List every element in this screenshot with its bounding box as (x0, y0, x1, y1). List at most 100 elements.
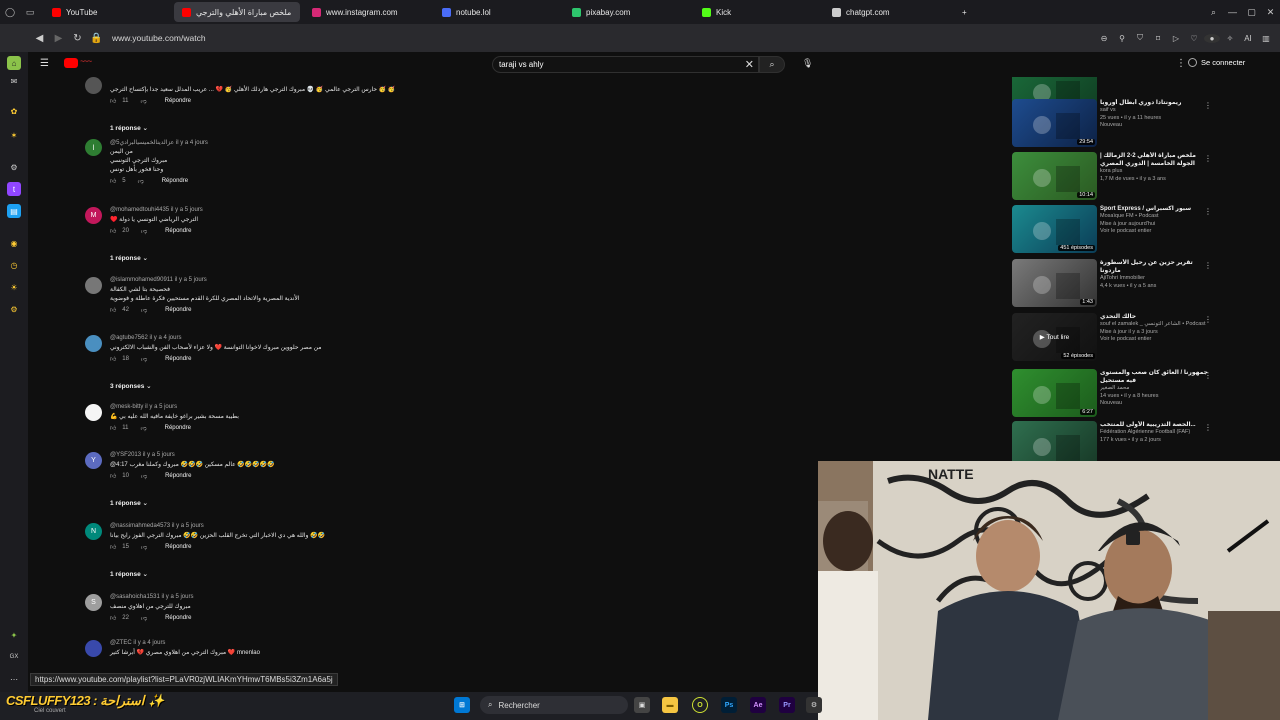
dislike-icon[interactable]: 👎︎ (141, 227, 147, 235)
reply-button[interactable]: Répondre (165, 615, 191, 621)
comment-author[interactable]: @agtube7562 il y a 4 jours (110, 335, 670, 344)
play-icon[interactable]: ▷ (1168, 34, 1184, 43)
dislike-icon[interactable]: 👎︎ (141, 424, 147, 432)
comment-author[interactable]: @nassimahmeda4573 il y a 5 jours (110, 523, 670, 532)
wand-icon[interactable]: ✧ (1222, 34, 1238, 43)
task-view-icon[interactable]: ▣ (634, 697, 650, 713)
settings-app-icon[interactable]: ⚙ (806, 697, 822, 713)
reload-icon[interactable]: ↻ (68, 33, 87, 44)
windows-start-icon[interactable]: ⊞ (454, 697, 470, 713)
video-thumbnail[interactable]: ▶ Tout lire 52 épisodes (1012, 313, 1097, 361)
browser-tab[interactable]: YouTube (44, 2, 170, 22)
bookmark-icon[interactable]: ⌑ (1150, 34, 1166, 43)
video-channel[interactable]: محمد الصغير (1100, 385, 1208, 393)
like-icon[interactable]: 👍︎ (110, 424, 116, 432)
dislike-icon[interactable]: 👎︎ (141, 97, 147, 105)
signin-button[interactable]: Se connecter (1188, 58, 1245, 67)
related-video[interactable]: 10:14 ملخص مباراة الأهلي 2-2 الزمالك | ال… (1012, 152, 1222, 202)
taskbar-search[interactable]: ⌕ Rechercher (480, 696, 628, 714)
related-video[interactable]: 6:27 جمهورنا / العائق كان صعب والمستوى في… (1012, 369, 1222, 419)
video-channel[interactable]: AjiTohri Immobilier (1100, 275, 1208, 283)
premiere-icon[interactable]: Pr (779, 697, 795, 713)
video-menu-icon[interactable]: ⋮ (1204, 77, 1212, 78)
browser-tab[interactable]: pixabay.com (564, 2, 690, 22)
dislike-icon[interactable]: 👎︎ (141, 472, 147, 480)
after-effects-icon[interactable]: Ae (750, 697, 766, 713)
video-title[interactable]: حالك التحدي (1100, 313, 1208, 321)
star-icon[interactable]: ✶ (7, 128, 21, 142)
like-icon[interactable]: 👍︎ (110, 355, 116, 363)
comment-author[interactable]: @YSF2013 il y a 5 jours (110, 452, 670, 461)
reply-button[interactable]: Répondre (165, 473, 191, 479)
dislike-icon[interactable]: 👎︎ (141, 306, 147, 314)
video-thumbnail[interactable]: 451 épisodes (1012, 205, 1097, 253)
dislike-icon[interactable]: 👎︎ (141, 614, 147, 622)
microphone-icon[interactable]: 🎙 (802, 58, 813, 69)
avatar[interactable]: ا (85, 139, 102, 156)
video-menu-icon[interactable]: ⋮ (1204, 423, 1212, 432)
like-icon[interactable]: 👍︎ (110, 543, 116, 551)
youtube-logo-wordmark[interactable]: ~~~ (80, 57, 114, 69)
reply-button[interactable]: Répondre (165, 544, 191, 550)
photoshop-icon[interactable]: Ps (721, 697, 737, 713)
browser-tab[interactable]: chatgpt.com (824, 2, 950, 22)
video-menu-icon[interactable]: ⋮ (1204, 101, 1212, 110)
settings-icon[interactable]: ⚙ (7, 302, 21, 316)
clear-search-icon[interactable]: ✕ (745, 58, 754, 71)
search-button[interactable]: ⌕ (759, 56, 785, 73)
video-thumbnail[interactable]: 6:27 (1012, 369, 1097, 417)
reply-button[interactable]: Répondre (165, 228, 191, 234)
dislike-icon[interactable]: 👎︎ (138, 177, 144, 185)
history-icon[interactable]: ◷ (7, 258, 21, 272)
close-icon[interactable]: ✕ (1261, 7, 1280, 18)
app-icon[interactable]: ▤ (7, 204, 21, 218)
opera-gx-icon[interactable]: O (692, 697, 708, 713)
comment-author[interactable]: @عزالدينالخميسيالبرادي5 il y a 4 jours (110, 139, 670, 148)
reply-button[interactable]: Répondre (165, 356, 191, 362)
video-title[interactable]: ملخص مباراة الأهلي 2-2 الزمالك | الجولة … (1100, 152, 1208, 168)
extensions-icon[interactable]: ✦ (7, 628, 21, 642)
like-icon[interactable]: 👍︎ (110, 614, 116, 622)
video-thumbnail[interactable]: 10:14 (1012, 152, 1097, 200)
video-title[interactable]: تقرير حزين عن رحيل الأسطورة ماردونا (1100, 259, 1208, 275)
video-menu-icon[interactable]: ⋮ (1204, 154, 1212, 163)
browser-tab[interactable]: ملخص مباراة الأهلي والترجي (174, 2, 300, 22)
more-options-icon[interactable]: ⋮ (1176, 58, 1186, 69)
related-video[interactable]: 1:43 تقرير حزين عن رحيل الأسطورة ماردونا A… (1012, 259, 1222, 309)
related-video[interactable]: 5:08الحصة التدريبية الأولى للمنتخب...Féd… (1012, 421, 1222, 462)
ext-avatar-icon[interactable]: ● (1204, 33, 1220, 43)
back-icon[interactable]: ◀ (30, 33, 49, 44)
comment-author[interactable]: @ZTEC il y a 4 jours (110, 640, 670, 649)
avatar[interactable] (85, 640, 102, 657)
search-query[interactable]: taraji vs ahly (499, 60, 543, 69)
comment-author[interactable]: @mesk-bitty il y a 5 jours (110, 404, 670, 413)
avatar[interactable]: M (85, 207, 102, 224)
video-title[interactable]: جمهورنا / العائق كان صعب والمستوى فيه مس… (1100, 369, 1208, 385)
reply-button[interactable]: Répondre (165, 307, 191, 313)
browser-tab[interactable]: Kick (694, 2, 820, 22)
maximize-icon[interactable]: ▢ (1242, 7, 1261, 18)
reply-button[interactable]: Répondre (162, 178, 188, 184)
youtube-logo-icon[interactable] (64, 58, 78, 68)
avatar[interactable] (85, 404, 102, 421)
browser-tab[interactable]: www.instagram.com (304, 2, 430, 22)
video-menu-icon[interactable]: ⋮ (1204, 207, 1212, 216)
video-channel[interactable]: Mosaïque FM • Podcast (1100, 213, 1208, 221)
reply-button[interactable]: Répondre (165, 425, 191, 431)
search-tabs-icon[interactable]: ⌕ (1204, 7, 1223, 18)
message-icon[interactable]: ✉ (7, 74, 21, 88)
related-video[interactable]: 29:54 ريمونتادا دوري أبطال أوروبا saif vs 2… (1012, 99, 1222, 149)
gx-icon[interactable]: GX (7, 650, 21, 664)
search-input[interactable]: taraji vs ahly ✕ (492, 56, 759, 73)
avatar[interactable]: Y (85, 452, 102, 469)
video-menu-icon[interactable]: ⋮ (1204, 261, 1212, 270)
file-explorer-icon[interactable]: ▬ (662, 697, 678, 713)
video-title[interactable]: ريمونتادا دوري أبطال أوروبا (1100, 99, 1208, 107)
comment-author[interactable]: @islammohamed90911 il y a 5 jours (110, 277, 670, 286)
snapchat-icon[interactable]: ✿ (7, 104, 21, 118)
browser-tab[interactable]: notube.lol (434, 2, 560, 22)
avatar[interactable] (85, 277, 102, 294)
video-title[interactable]: Sport Express / سبور اكسبراس (1100, 205, 1208, 213)
avatar[interactable]: N (85, 523, 102, 540)
like-icon[interactable]: 👍︎ (110, 97, 116, 105)
